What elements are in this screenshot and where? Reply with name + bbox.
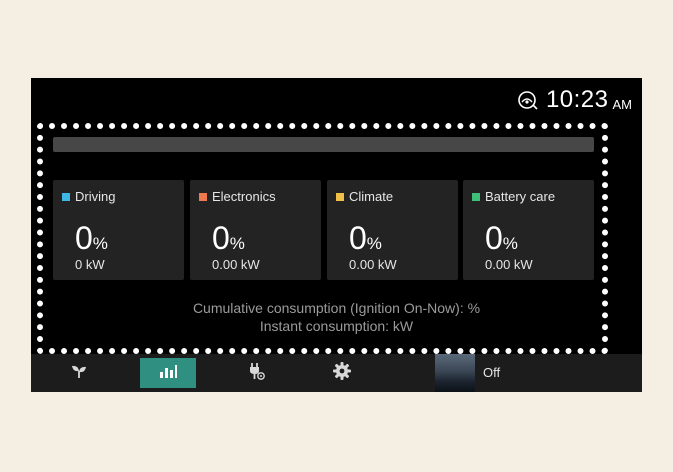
settings-gear-icon xyxy=(332,361,352,386)
percent-unit: % xyxy=(502,234,518,253)
charging-plug-icon xyxy=(246,361,266,386)
bottom-nav-bar: Off xyxy=(31,354,642,392)
driving-color-swatch xyxy=(62,192,70,201)
battery-care-color-swatch xyxy=(472,192,480,201)
card-percent: 0% xyxy=(349,220,382,257)
cumulative-consumption: Cumulative consumption (Ignition On-Now)… xyxy=(192,300,481,316)
card-label: Climate xyxy=(349,189,394,204)
electronics-color-swatch xyxy=(199,192,207,201)
card-label: Electronics xyxy=(212,189,276,204)
nav-charging-button[interactable] xyxy=(241,358,271,388)
card-driving: Driving 0% 0 kW xyxy=(53,180,184,280)
nav-settings-button[interactable] xyxy=(327,358,357,388)
energy-distribution-bar xyxy=(53,137,594,152)
card-power: 0.00 kW xyxy=(485,257,533,272)
percent-value: 0 xyxy=(212,220,230,256)
infotainment-screen: 10:23 AM Driving 0% 0 kW Electronics 0% … xyxy=(31,78,642,392)
climate-color-swatch xyxy=(336,192,344,201)
clock-ampm: AM xyxy=(612,96,633,112)
card-percent: 0% xyxy=(75,220,108,257)
percent-unit: % xyxy=(92,234,108,253)
media-status-label: Off xyxy=(483,365,501,380)
card-power: 0 kW xyxy=(75,257,105,272)
card-electronics: Electronics 0% 0.00 kW xyxy=(190,180,321,280)
card-percent: 0% xyxy=(212,220,245,257)
eco-leaf-icon xyxy=(70,363,88,384)
bar-chart-icon xyxy=(158,363,178,384)
network-signal-icon xyxy=(516,89,538,111)
card-battery-care: Battery care 0% 0.00 kW xyxy=(463,180,594,280)
card-header: Battery care xyxy=(472,189,555,204)
percent-unit: % xyxy=(366,234,382,253)
status-bar: 10:23 AM xyxy=(516,86,632,114)
percent-unit: % xyxy=(229,234,245,253)
clock-time: 10:23 xyxy=(545,86,609,113)
card-header: Driving xyxy=(62,189,115,204)
card-header: Climate xyxy=(336,189,393,204)
card-power: 0.00 kW xyxy=(349,257,397,272)
percent-value: 0 xyxy=(75,220,93,256)
card-percent: 0% xyxy=(485,220,518,257)
media-album-art[interactable] xyxy=(435,354,475,392)
nav-eco-button[interactable] xyxy=(63,358,95,388)
instant-consumption: Instant consumption: kW xyxy=(259,318,414,334)
card-label: Driving xyxy=(75,189,116,204)
percent-value: 0 xyxy=(349,220,367,256)
card-header: Electronics xyxy=(199,189,276,204)
card-power: 0.00 kW xyxy=(212,257,260,272)
card-label: Battery care xyxy=(485,189,556,204)
nav-energy-button[interactable] xyxy=(140,358,196,388)
consumption-cards: Driving 0% 0 kW Electronics 0% 0.00 kW C… xyxy=(53,180,598,280)
percent-value: 0 xyxy=(485,220,503,256)
card-climate: Climate 0% 0.00 kW xyxy=(327,180,458,280)
